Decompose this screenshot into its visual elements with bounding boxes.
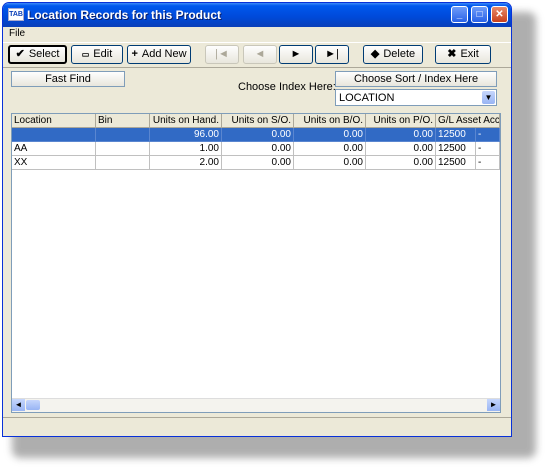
cell-gl-acct: 12500 bbox=[436, 156, 476, 170]
status-bar bbox=[3, 417, 511, 436]
cell-gl-dept: - bbox=[476, 128, 500, 142]
cell-gl-dept: - bbox=[476, 156, 500, 170]
column-header-location[interactable]: Location bbox=[12, 114, 96, 128]
cell-units-on-so: 0.00 bbox=[222, 156, 294, 170]
grid-header: Location Bin Units on Hand. Units on S/O… bbox=[12, 114, 500, 128]
scroll-right-icon[interactable]: ► bbox=[487, 399, 500, 411]
chevron-down-icon[interactable]: ▼ bbox=[482, 91, 495, 104]
maximize-button[interactable]: □ bbox=[471, 6, 488, 23]
location-records-window: TAB Location Records for this Product _ … bbox=[2, 2, 512, 437]
maximize-icon: □ bbox=[476, 9, 483, 20]
toolbar: ✔ Select ▭ Edit + Add New |◄ ◄ ► ►| ◆ Delete… bbox=[3, 42, 511, 68]
exit-x-icon: ✖ bbox=[447, 48, 457, 60]
app-icon: TAB bbox=[8, 8, 24, 21]
cell-units-on-hand: 96.00 bbox=[150, 128, 222, 142]
table-row[interactable]: 96.00 0.00 0.00 0.00 12500 - bbox=[12, 128, 500, 142]
last-icon: ►| bbox=[325, 48, 339, 60]
next-record-button[interactable]: ► bbox=[279, 45, 313, 64]
previous-icon: ◄ bbox=[254, 48, 266, 60]
table-row[interactable]: XX 2.00 0.00 0.00 0.00 12500 - bbox=[12, 156, 500, 170]
close-icon: ✕ bbox=[495, 9, 504, 20]
cell-units-on-so: 0.00 bbox=[222, 142, 294, 156]
cell-bin bbox=[96, 142, 150, 156]
cell-units-on-hand: 1.00 bbox=[150, 142, 222, 156]
minimize-icon: _ bbox=[456, 9, 463, 20]
plus-icon: + bbox=[131, 48, 138, 60]
table-row[interactable]: AA 1.00 0.00 0.00 0.00 12500 - bbox=[12, 142, 500, 156]
cell-location: XX bbox=[12, 156, 96, 170]
cell-bin bbox=[96, 128, 150, 142]
location-grid[interactable]: Location Bin Units on Hand. Units on S/O… bbox=[11, 113, 501, 413]
column-header-units-on-hand[interactable]: Units on Hand. bbox=[150, 114, 222, 128]
cell-units-on-po: 0.00 bbox=[366, 128, 436, 142]
cell-gl-acct: 12500 bbox=[436, 142, 476, 156]
cell-units-on-hand: 2.00 bbox=[150, 156, 222, 170]
index-combobox[interactable]: LOCATION ▼ bbox=[335, 89, 497, 106]
cell-units-on-so: 0.00 bbox=[222, 128, 294, 142]
cell-units-on-bo: 0.00 bbox=[294, 128, 366, 142]
fast-find-button[interactable]: Fast Find bbox=[11, 71, 125, 87]
checkmark-icon: ✔ bbox=[15, 48, 25, 60]
cell-location bbox=[12, 128, 96, 142]
cell-units-on-po: 0.00 bbox=[366, 156, 436, 170]
horizontal-scrollbar[interactable]: ◄ ► bbox=[12, 398, 500, 412]
scroll-thumb[interactable] bbox=[26, 400, 40, 410]
column-header-units-on-po[interactable]: Units on P/O. bbox=[366, 114, 436, 128]
cell-gl-dept: - bbox=[476, 142, 500, 156]
cell-gl-acct: 12500 bbox=[436, 128, 476, 142]
cell-bin bbox=[96, 156, 150, 170]
cell-units-on-po: 0.00 bbox=[366, 142, 436, 156]
choose-index-label: Choose Index Here: bbox=[238, 81, 336, 93]
select-button[interactable]: ✔ Select bbox=[8, 45, 67, 64]
window-title: Location Records for this Product bbox=[27, 8, 222, 22]
first-icon: |◄ bbox=[215, 48, 229, 60]
cell-units-on-bo: 0.00 bbox=[294, 156, 366, 170]
column-header-gl-asset-acct[interactable]: G/L Asset Acct+Dept bbox=[436, 114, 500, 128]
column-header-units-on-bo[interactable]: Units on B/O. bbox=[294, 114, 366, 128]
title-bar[interactable]: TAB Location Records for this Product _ … bbox=[3, 3, 511, 27]
cell-units-on-bo: 0.00 bbox=[294, 142, 366, 156]
menu-bar: File bbox=[3, 27, 511, 41]
edit-button[interactable]: ▭ Edit bbox=[71, 45, 123, 64]
scroll-left-icon[interactable]: ◄ bbox=[12, 399, 25, 411]
menu-file[interactable]: File bbox=[9, 28, 25, 39]
next-icon: ► bbox=[290, 48, 302, 60]
cell-location: AA bbox=[12, 142, 96, 156]
delete-button[interactable]: ◆ Delete bbox=[363, 45, 423, 64]
column-header-bin[interactable]: Bin bbox=[96, 114, 150, 128]
choose-sort-index-button[interactable]: Choose Sort / Index Here bbox=[335, 71, 497, 87]
column-header-units-on-so[interactable]: Units on S/O. bbox=[222, 114, 294, 128]
first-record-button[interactable]: |◄ bbox=[205, 45, 239, 64]
minimize-button[interactable]: _ bbox=[451, 6, 468, 23]
edit-icon: ▭ bbox=[81, 50, 90, 59]
eraser-icon: ◆ bbox=[370, 48, 380, 60]
close-button[interactable]: ✕ bbox=[491, 6, 508, 23]
last-record-button[interactable]: ►| bbox=[315, 45, 349, 64]
add-new-button[interactable]: + Add New bbox=[127, 45, 191, 64]
exit-button[interactable]: ✖ Exit bbox=[435, 45, 491, 64]
previous-record-button[interactable]: ◄ bbox=[243, 45, 277, 64]
index-value: LOCATION bbox=[339, 92, 395, 104]
